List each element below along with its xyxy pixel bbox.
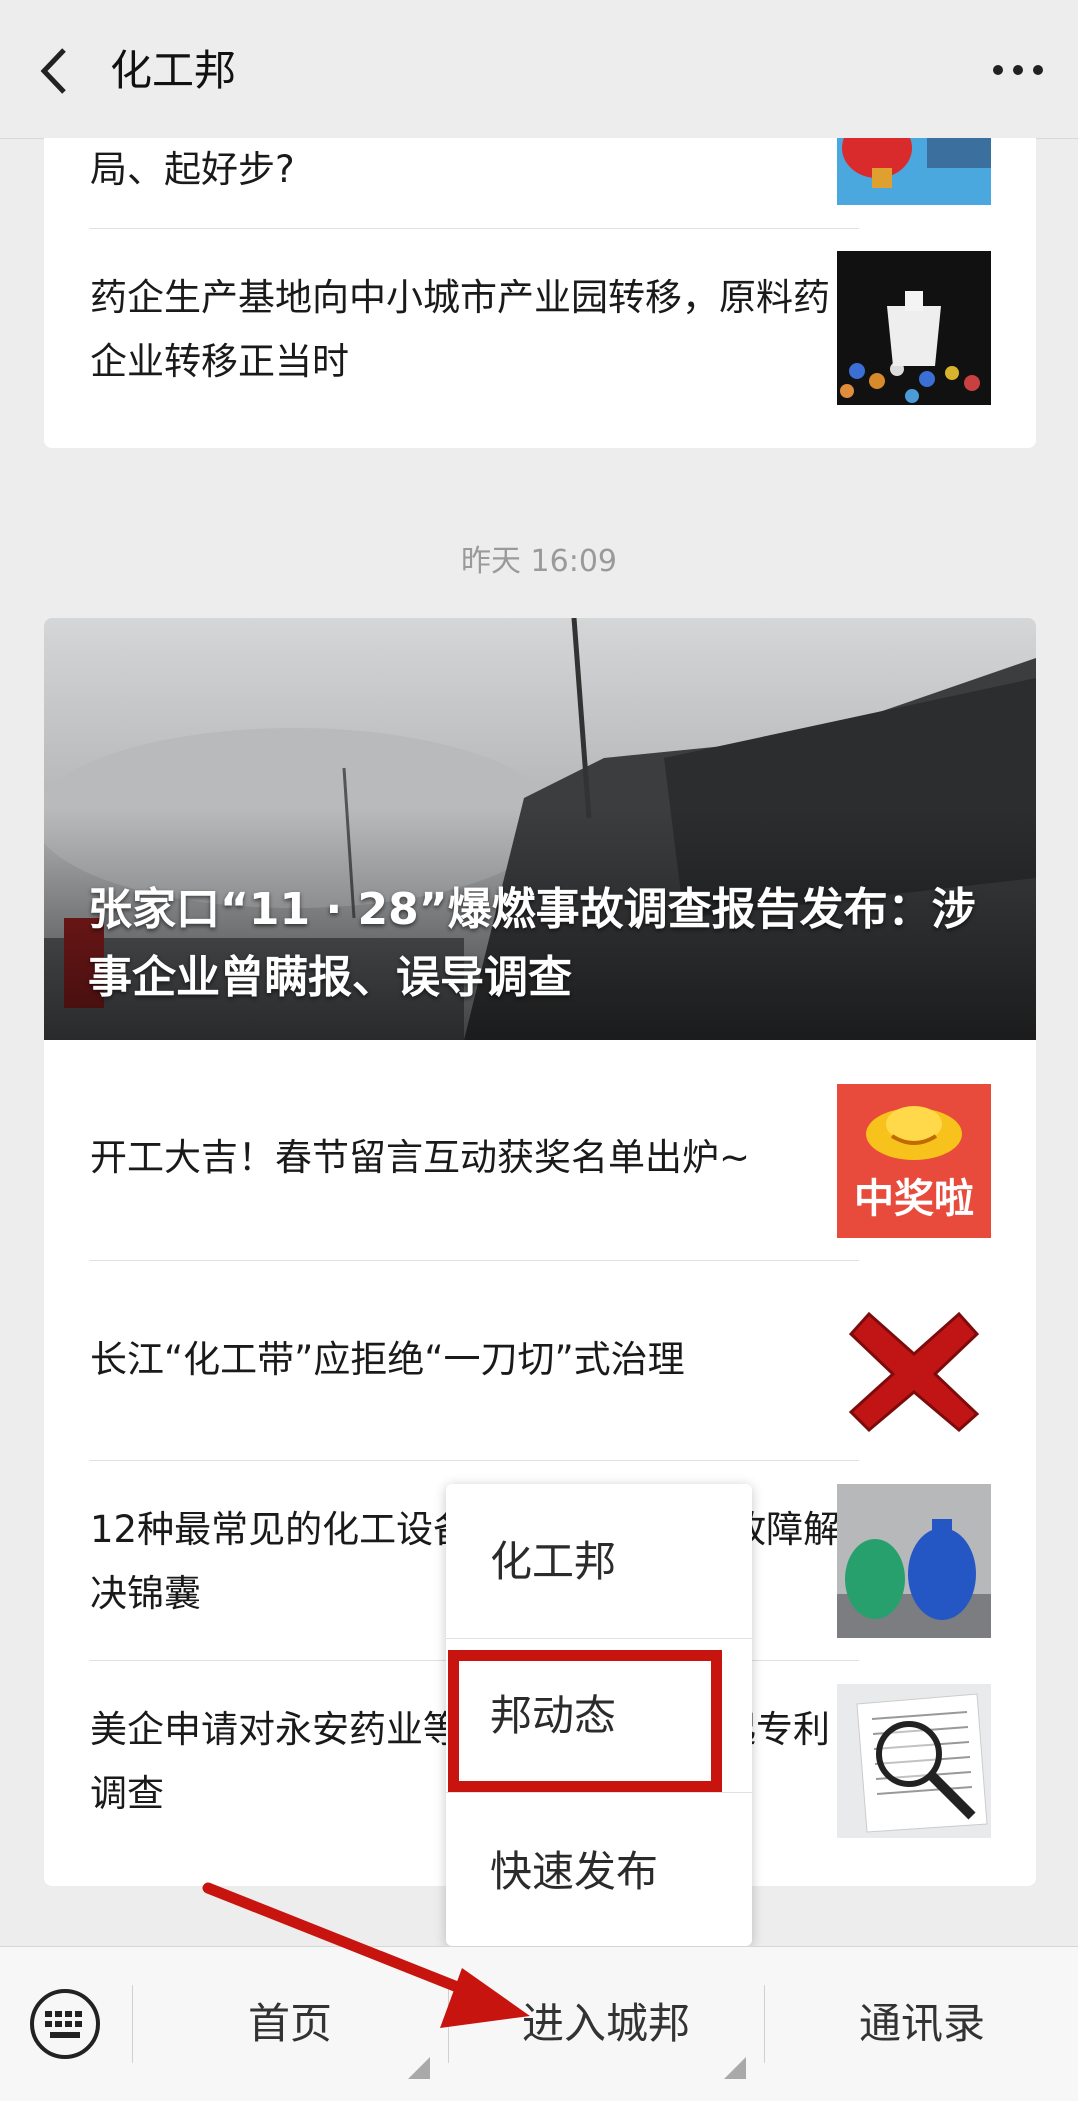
timestamp: 昨天 16:09: [461, 544, 617, 579]
thumb-label: 中奖啦: [854, 1176, 974, 1222]
more-icon[interactable]: [988, 50, 1048, 90]
top-nav-bar: 化工邦: [0, 0, 1078, 139]
divider: [446, 1792, 752, 1793]
menu-enter-city[interactable]: 进入城邦: [450, 1991, 762, 2057]
red-x-icon[interactable]: [837, 1284, 991, 1438]
menu-home[interactable]: 首页: [134, 1991, 446, 2057]
divider: [132, 1985, 133, 2063]
bottom-menu-bar: 首页 进入城邦 通讯录: [0, 1946, 1078, 2101]
hero-title: 张家口“11 · 28”爆燃事故调查报告发布：涉事企业曾瞒报、误导调查: [88, 884, 976, 1003]
submenu-item-quick-publish[interactable]: 快速发布: [490, 1842, 658, 1902]
keyboard-icon[interactable]: [28, 1987, 102, 2061]
hero-article[interactable]: 张家口“11 · 28”爆燃事故调查报告发布：涉事企业曾瞒报、误导调查: [44, 618, 1036, 1040]
back-icon[interactable]: [34, 44, 84, 98]
article-title[interactable]: 药企生产基地向中小城市产业园转移，原料药企业转移正当时: [90, 266, 860, 394]
submenu-indicator-icon: [408, 2057, 430, 2079]
submenu-indicator-icon: [724, 2057, 746, 2079]
divider: [764, 1985, 765, 2063]
article-thumbnail[interactable]: [837, 138, 991, 205]
article-title[interactable]: 长江“化工带”应拒绝“一刀切”式治理: [90, 1328, 860, 1392]
article-thumbnail[interactable]: [837, 1484, 991, 1638]
menu-contacts[interactable]: 通讯录: [766, 1991, 1078, 2057]
highlight-annotation: [448, 1650, 722, 1792]
divider: [89, 1260, 859, 1261]
article-thumbnail[interactable]: [837, 251, 991, 405]
page-title: 化工邦: [110, 46, 237, 95]
article-title[interactable]: 开工大吉！春节留言互动获奖名单出炉~: [90, 1126, 860, 1190]
magnifier-paper-icon[interactable]: [837, 1684, 991, 1838]
divider: [448, 1985, 449, 2063]
divider: [89, 228, 859, 229]
divider: [89, 1460, 859, 1461]
divider: [446, 1638, 752, 1639]
article-card-1: 局、起好步? 药企生产基地向中小城市产业园转移，原料药企业转移正当时: [44, 138, 1036, 448]
submenu-item-huagongbang[interactable]: 化工邦: [490, 1532, 616, 1592]
article-thumbnail[interactable]: 中奖啦: [837, 1084, 991, 1238]
article-title[interactable]: 局、起好步?: [90, 138, 860, 202]
